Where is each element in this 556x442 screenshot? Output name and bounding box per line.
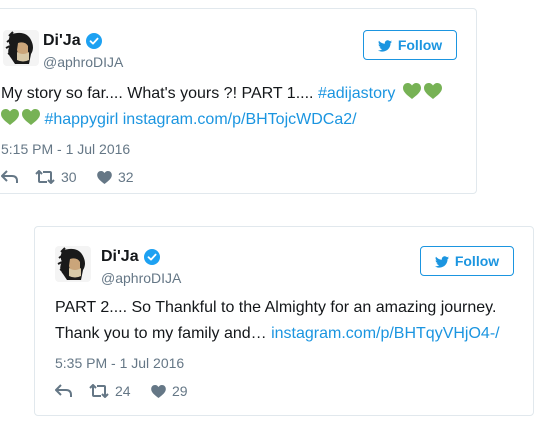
retweet-button[interactable]: 24 [89,383,151,399]
like-count: 32 [118,169,134,185]
tweet-actions: 24 29 [55,383,188,399]
retweet-icon [89,384,109,398]
hashtag-link[interactable]: #adijastory [318,85,395,102]
follow-button[interactable]: Follow [420,246,514,276]
green-heart-emoji-icon [423,83,442,100]
retweet-count: 24 [115,383,131,399]
user-handle[interactable]: @aphroDIJA [101,270,181,286]
tweet-text: PART 2.... So Thankful to the Almighty f… [55,295,525,347]
instagram-link[interactable]: instagram.com/p/BHTqyVHjO4-/ [271,325,500,342]
tweet-timestamp[interactable]: 5:35 PM - 1 Jul 2016 [55,355,184,371]
follow-button[interactable]: Follow [363,30,457,60]
like-button[interactable]: 29 [151,383,188,399]
display-name[interactable]: Di'Ja [101,247,139,267]
tweet-text-line: PART 2.... So Thankful to the Almighty f… [55,299,497,316]
follow-label: Follow [397,37,443,53]
tweet-text: My story so far.... What's yours ?! PART… [1,81,466,133]
twitter-bird-icon [377,39,392,52]
twitter-bird-icon [434,255,449,268]
tweet-actions: 30 32 [1,169,134,185]
retweet-button[interactable]: 30 [35,169,97,185]
like-count: 29 [172,383,188,399]
like-button[interactable]: 32 [97,169,134,185]
retweet-count: 30 [61,169,77,185]
green-heart-emoji-icon [1,109,19,126]
green-heart-emoji-icon [402,83,421,100]
tweet-text-line: My story so far.... What's yours ?! PART… [1,85,318,102]
instagram-link[interactable]: instagram.com/p/BHTojcWDCa2/ [123,111,357,128]
reply-icon [55,384,72,397]
tweet-text-line: Thank you to my family and… [55,325,272,342]
reply-button[interactable] [1,170,31,184]
user-handle[interactable]: @aphroDIJA [43,54,123,70]
reply-button[interactable] [55,384,85,398]
name-row: Di'Ja [43,31,102,51]
reply-icon [1,170,18,183]
name-row: Di'Ja [101,247,160,267]
hashtag-link[interactable]: #happygirl [44,111,118,128]
heart-icon [97,170,112,184]
tweet-card-1: Di'Ja @aphroDIJA Follow My story so far.… [0,8,477,194]
avatar[interactable] [55,246,91,282]
display-name[interactable]: Di'Ja [43,31,81,51]
retweet-icon [35,170,55,184]
verified-badge-icon [143,249,160,265]
heart-icon [151,384,166,398]
follow-label: Follow [454,253,500,269]
tweet-timestamp[interactable]: 5:15 PM - 1 Jul 2016 [1,141,130,157]
avatar[interactable] [3,30,39,66]
green-heart-emoji-icon [22,109,40,126]
tweet-card-2: Di'Ja @aphroDIJA Follow PART 2.... So Th… [34,226,534,416]
verified-badge-icon [85,33,102,49]
